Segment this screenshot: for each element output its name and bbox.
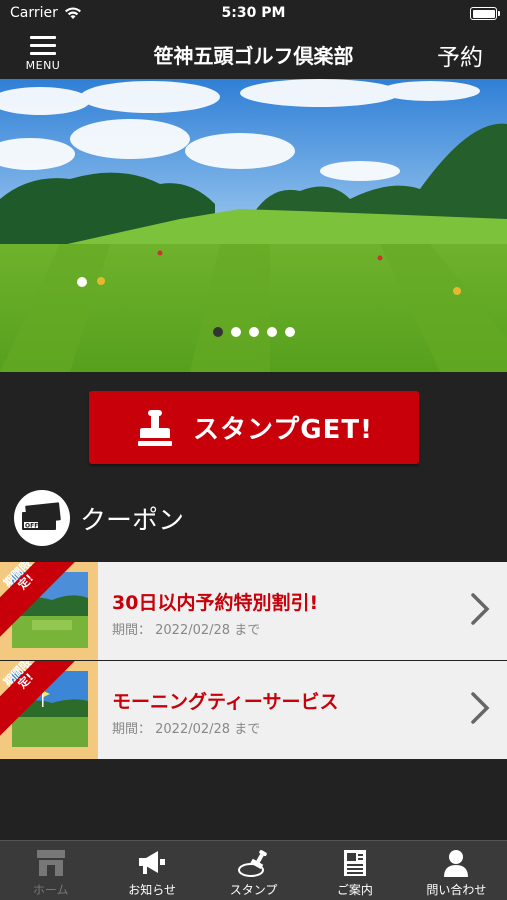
carousel-dot[interactable] — [248, 327, 259, 337]
coupon-period: 期間： 2022/02/28 まで — [112, 623, 261, 638]
tab-home[interactable]: ホーム — [0, 841, 101, 900]
coupon-title: モーニングティーサービス — [112, 691, 339, 713]
chevron-right-icon — [471, 692, 490, 724]
carousel-dot[interactable] — [284, 327, 295, 337]
tab-label: ホーム — [32, 883, 69, 897]
coupon-period: 期間： 2022/02/28 まで — [112, 722, 261, 737]
coupon-item[interactable]: 期間限定! 30日以内予約特別割引! 期間： 2022/02/28 まで — [0, 562, 507, 660]
tab-guide[interactable]: ご案内 — [304, 841, 405, 900]
tab-news[interactable]: お知らせ — [101, 841, 202, 900]
page-title: 笹神五頭ゴルフ倶楽部 — [153, 44, 354, 68]
coupon-item[interactable]: 期間限定! モーニングティーサービス 期間： 2022/02/28 まで — [0, 661, 507, 759]
carousel-indicator[interactable] — [0, 327, 507, 337]
megaphone-icon — [139, 851, 166, 874]
person-icon — [444, 850, 469, 877]
status-time: 5:30 PM — [221, 5, 286, 21]
menu-label: MENU — [25, 59, 61, 72]
coupon-ticket-icon: OFF — [14, 490, 70, 546]
svg-text:OFF: OFF — [25, 523, 38, 530]
home-icon — [36, 850, 65, 876]
stamp-get-label: スタンプGET! — [193, 415, 373, 445]
chevron-right-icon — [471, 593, 490, 625]
stamp-icon — [138, 409, 173, 446]
tab-label: 問い合わせ — [426, 883, 487, 897]
coupon-section-title: クーポン — [80, 505, 185, 536]
stamp-get-button[interactable]: スタンプGET! — [89, 391, 419, 464]
hamburger-icon — [30, 36, 56, 55]
carousel-dot[interactable] — [212, 327, 223, 337]
reserve-button[interactable]: 予約 — [437, 38, 483, 72]
navigation-bar: MENU 笹神五頭ゴルフ倶楽部 予約 — [0, 28, 507, 79]
hero-carousel[interactable] — [0, 79, 507, 372]
carousel-dot[interactable] — [266, 327, 277, 337]
tab-bar: ホーム お知らせ スタンプ ご案内 問い合わせ — [0, 840, 507, 900]
coupon-thumbnail: 期間限定! — [0, 562, 98, 660]
carousel-dot[interactable] — [230, 327, 241, 337]
battery-icon — [470, 7, 500, 20]
tab-label: お知らせ — [128, 883, 176, 897]
menu-button[interactable]: MENU — [20, 34, 66, 76]
stamp-icon — [237, 850, 267, 877]
coupon-title: 30日以内予約特別割引! — [112, 592, 319, 614]
coupon-thumbnail: 期間限定! — [0, 661, 98, 759]
tab-contact[interactable]: 問い合わせ — [406, 841, 507, 900]
document-icon — [343, 850, 366, 876]
status-bar: Carrier 5:30 PM — [0, 0, 507, 28]
tab-stamp[interactable]: スタンプ — [203, 841, 304, 900]
tab-label: ご案内 — [336, 883, 373, 897]
tab-label: スタンプ — [229, 883, 278, 897]
coupon-section-header: OFF クーポン — [14, 490, 184, 546]
